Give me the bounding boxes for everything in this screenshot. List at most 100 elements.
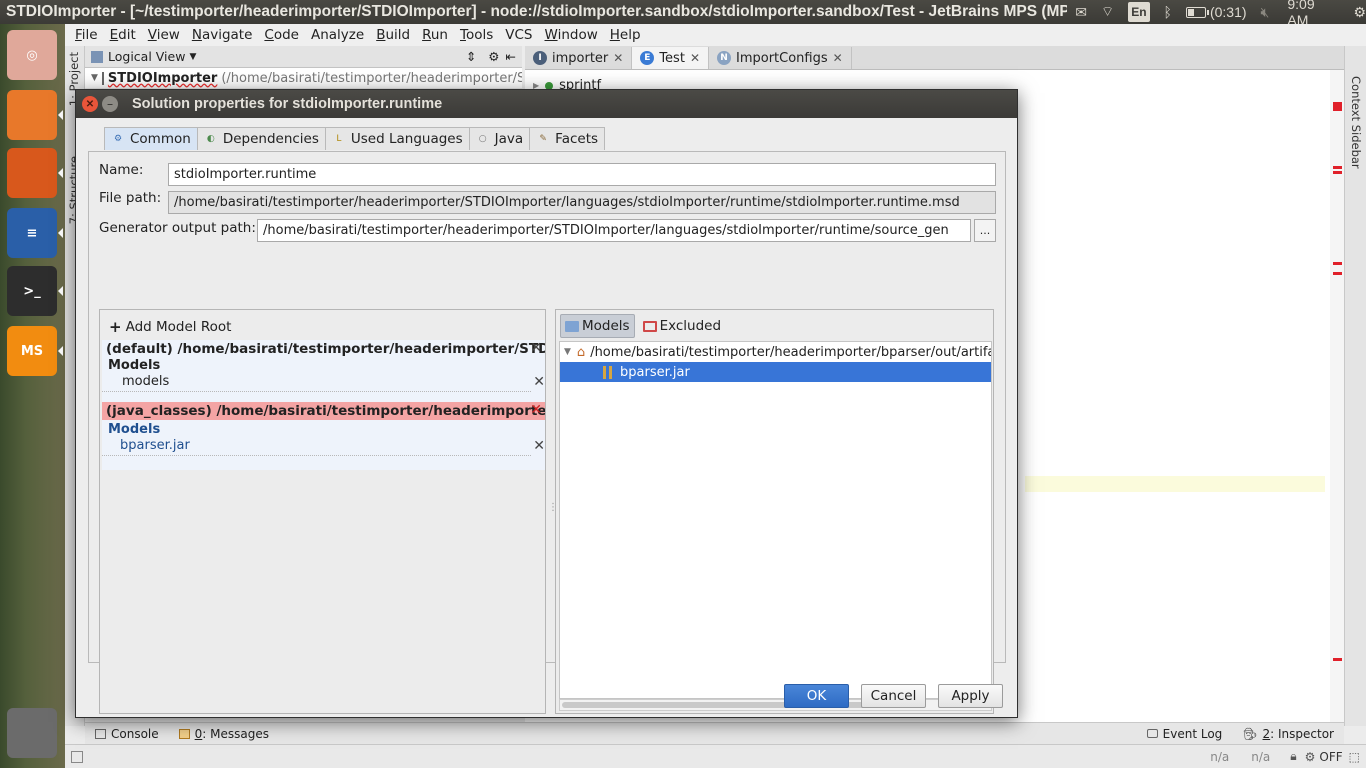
close-icon[interactable]: ✕ (613, 51, 623, 65)
menu-item-window[interactable]: Window (539, 27, 604, 43)
status-off[interactable]: OFF (1319, 750, 1342, 764)
inspector-tool-button[interactable]: 🕵︎ 2: Inspector (1232, 727, 1344, 741)
lock-icon[interactable]: 🔒︎ (1290, 749, 1296, 764)
firefox-icon[interactable] (7, 148, 63, 198)
generator-output-field[interactable]: /home/basirati/testimporter/headerimport… (257, 219, 971, 242)
cancel-button[interactable]: Cancel (861, 684, 926, 708)
error-mark[interactable] (1333, 658, 1342, 661)
event-log-tool-button[interactable]: Event Log (1137, 727, 1233, 741)
close-icon[interactable]: ✕ (690, 51, 700, 65)
dash-icon[interactable]: ◎ (7, 30, 57, 80)
tab-used-languages[interactable]: L Used Languages (324, 127, 470, 150)
expand-arrow-icon[interactable]: ▼ (564, 347, 571, 357)
browse-button[interactable]: ... (974, 219, 996, 242)
menu-item-help[interactable]: Help (604, 27, 647, 43)
tab-common[interactable]: ⚙ Common (104, 127, 198, 150)
close-icon[interactable]: ✕ (833, 51, 843, 65)
generator-output-label: Generator output path: (99, 220, 256, 236)
remove-root-icon[interactable]: ✕ (530, 402, 542, 418)
menu-item-navigate[interactable]: Navigate (186, 27, 259, 43)
menu-item-vcs[interactable]: VCS (499, 27, 538, 43)
menu-item-view[interactable]: View (142, 27, 186, 43)
event-log-label: Event Log (1162, 726, 1223, 741)
editor-tab-importconfigs[interactable]: N ImportConfigs ✕ (709, 47, 852, 69)
hide-panel-icon[interactable]: ⇤ (506, 49, 516, 64)
gear-icon[interactable]: ⚙ (1353, 2, 1366, 22)
editor-tab-label: importer (552, 50, 609, 66)
model-root-header: (java_classes) /home/basirati/testimport… (102, 402, 545, 420)
editor-tab-importer[interactable]: Iimporter ✕ (525, 47, 633, 69)
editor-tab-label: Test (659, 50, 685, 66)
notifications-icon[interactable]: ⬚ (1349, 750, 1360, 764)
battery-icon (1185, 6, 1209, 18)
plus-icon: + (109, 318, 122, 336)
menu-item-run[interactable]: Run (416, 27, 454, 43)
model-entry[interactable]: bparser.jar ✕ (102, 438, 545, 456)
trash-icon[interactable] (7, 708, 57, 758)
console-tool-button[interactable]: Console (85, 727, 169, 741)
horizontal-scrollbar[interactable] (559, 699, 992, 711)
model-entry[interactable]: models ✕ (102, 374, 545, 392)
mark-excluded-button[interactable]: Excluded (639, 314, 725, 338)
volume-muted-icon[interactable]: 🔇︎ (1261, 2, 1270, 22)
view-selector[interactable]: Logical View (108, 49, 185, 64)
project-tree-root[interactable]: ▼ STDIOImporter (/home/basirati/testimpo… (85, 68, 522, 88)
remove-root-icon[interactable]: ✕ (530, 340, 542, 356)
status-na-2: n/a (1251, 749, 1271, 764)
remove-entry-icon[interactable]: ✕ (533, 374, 545, 390)
add-model-root-button[interactable]: + Add Model Root (109, 318, 231, 336)
tab-java[interactable]: ○ Java (468, 127, 531, 150)
remove-entry-icon[interactable]: ✕ (533, 438, 545, 454)
tree-root-node[interactable]: ▼ ⌂ /home/basirati/testimporter/headerim… (560, 342, 991, 362)
expand-arrow-icon[interactable]: ▼ (91, 73, 98, 83)
menu-item-file[interactable]: File (69, 27, 104, 43)
keyboard-layout-indicator[interactable]: En (1128, 2, 1150, 22)
status-toggle-icon[interactable] (71, 750, 83, 763)
apply-button[interactable]: Apply (938, 684, 1003, 708)
mark-models-button[interactable]: Models (560, 314, 635, 338)
mail-icon[interactable]: ✉ (1075, 2, 1087, 22)
menu-item-edit[interactable]: Edit (104, 27, 142, 43)
messages-tool-button[interactable]: 0: Messages (169, 727, 279, 741)
menu-item-analyze[interactable]: Analyze (305, 27, 370, 43)
menu-label: ode (273, 27, 299, 43)
context-sidebar-tab[interactable]: Context Sidebar (1349, 76, 1363, 169)
minimize-icon[interactable]: – (102, 96, 118, 112)
models-label: Models (108, 358, 161, 373)
model-root-java-classes[interactable]: (java_classes) /home/basirati/testimport… (102, 402, 545, 470)
mps-icon[interactable]: MS (7, 326, 63, 376)
menu-label: avigate (201, 27, 253, 43)
writer-icon[interactable]: ≡ (7, 208, 63, 258)
bluetooth-icon[interactable]: ᛒ (1164, 2, 1172, 22)
ok-button[interactable]: OK (784, 684, 849, 708)
tab-facets[interactable]: ✎ Facets (529, 127, 606, 150)
filepath-field[interactable]: /home/basirati/testimporter/headerimport… (168, 191, 996, 214)
error-mark[interactable] (1333, 262, 1342, 265)
tab-dependencies[interactable]: ◐ Dependencies (196, 127, 326, 150)
name-field[interactable]: stdioImporter.runtime (168, 163, 996, 186)
folder-icon (565, 320, 579, 332)
terminal-icon[interactable]: >_ (7, 266, 63, 316)
gear-icon[interactable]: ⚙ (488, 49, 499, 64)
error-mark[interactable] (1333, 272, 1342, 275)
folder-tree[interactable]: ▼ ⌂ /home/basirati/testimporter/headerim… (559, 341, 992, 699)
wifi-icon[interactable]: ⌔ (1101, 2, 1114, 22)
menu-item-build[interactable]: Build (370, 27, 416, 43)
menu-item-tools[interactable]: Tools (454, 27, 499, 43)
clock[interactable]: 9:09 AM (1287, 0, 1337, 28)
power-save-icon[interactable]: ⚙ (1305, 750, 1316, 764)
menu-item-code[interactable]: Code (258, 27, 305, 43)
editor-tab-test[interactable]: E Test ✕ (632, 47, 709, 69)
close-icon[interactable]: ✕ (82, 96, 98, 112)
error-square-icon[interactable] (1333, 102, 1342, 111)
error-mark[interactable] (1333, 166, 1342, 169)
battery-indicator[interactable]: (0:31) (1185, 2, 1247, 22)
used-languages-tab-icon: L (336, 134, 342, 144)
chevron-down-icon[interactable]: ▼ (189, 52, 196, 62)
collapse-all-icon[interactable]: ⇕ (466, 49, 476, 64)
tree-node-bparser-jar[interactable]: bparser.jar (560, 362, 991, 382)
launcher: ◎ ≡ >_ MS (0, 24, 65, 768)
model-root-default[interactable]: (default) /home/basirati/testimporter/he… (102, 340, 545, 402)
error-mark[interactable] (1333, 171, 1342, 174)
files-icon[interactable] (7, 90, 63, 140)
